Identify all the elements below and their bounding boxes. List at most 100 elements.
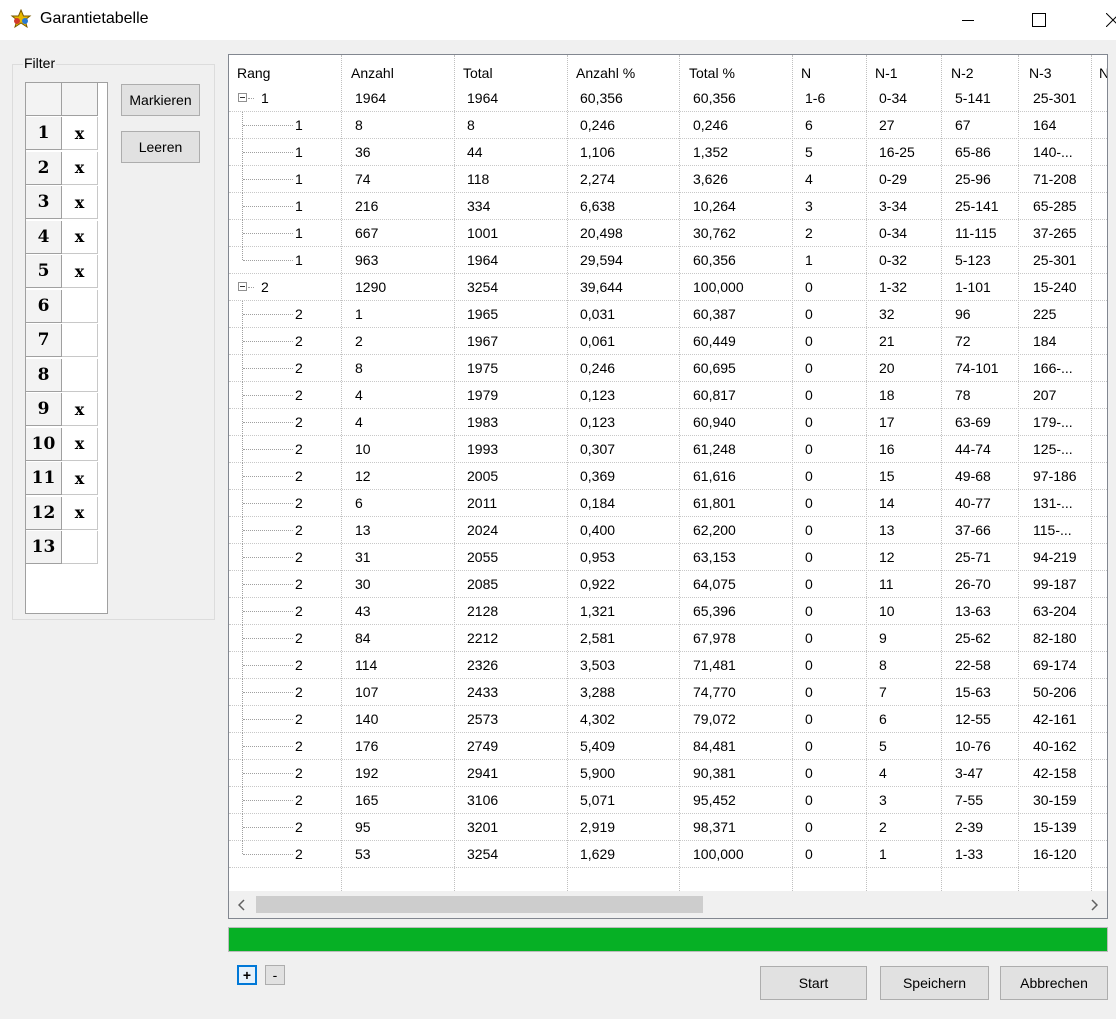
table-cell: 61,248 bbox=[693, 441, 736, 457]
table-row[interactable]: 2 30 2085 0,922 64,075 0 11 26-70 99-187 bbox=[229, 571, 1107, 598]
table-group-row[interactable]: 2 1290 3254 39,644 100,000 0 1-32 1-101 15-240 bbox=[229, 274, 1107, 301]
table-cell: 12 bbox=[355, 468, 371, 484]
markieren-button[interactable]: Markieren bbox=[121, 84, 200, 116]
filter-row[interactable]: 6 bbox=[26, 289, 107, 324]
table-row[interactable]: 2 43 2128 1,321 65,396 0 10 13-63 63-204 bbox=[229, 598, 1107, 625]
table-row[interactable]: 2 84 2212 2,581 67,978 0 9 25-62 82-180 bbox=[229, 625, 1107, 652]
filter-row-mark[interactable] bbox=[62, 358, 98, 392]
table-row[interactable]: 1 8 8 0,246 0,246 6 27 67 164 bbox=[229, 112, 1107, 139]
filter-row[interactable]: 3x bbox=[26, 186, 107, 220]
filter-row[interactable]: 8 bbox=[26, 358, 107, 393]
cancel-button[interactable]: Abbrechen bbox=[1000, 966, 1108, 1000]
table-row[interactable]: 2 95 3201 2,919 98,371 0 2 2-39 15-139 bbox=[229, 814, 1107, 841]
table-row[interactable]: 1 74 118 2,274 3,626 4 0-29 25-96 71-208 bbox=[229, 166, 1107, 193]
start-button[interactable]: Start bbox=[760, 966, 867, 1000]
filter-row-mark[interactable]: x bbox=[62, 462, 98, 495]
column-header[interactable]: N-2 bbox=[951, 65, 974, 81]
table-row[interactable]: 2 4 1983 0,123 60,940 0 17 63-69 179-... bbox=[229, 409, 1107, 436]
save-button[interactable]: Speichern bbox=[880, 966, 989, 1000]
column-header[interactable]: Anzahl bbox=[351, 65, 394, 81]
maximize-button[interactable] bbox=[1016, 0, 1062, 40]
filter-row-mark[interactable] bbox=[62, 324, 98, 357]
table-row[interactable]: 1 36 44 1,106 1,352 5 16-25 65-86 140-... bbox=[229, 139, 1107, 166]
close-button[interactable] bbox=[1090, 0, 1116, 40]
filter-row-mark[interactable]: x bbox=[62, 393, 98, 426]
column-header[interactable]: N-1 bbox=[875, 65, 898, 81]
filter-row-mark[interactable]: x bbox=[62, 255, 98, 288]
tree-connector bbox=[243, 503, 293, 504]
table-row[interactable]: 2 12 2005 0,369 61,616 0 15 49-68 97-186 bbox=[229, 463, 1107, 490]
filter-row[interactable]: 2x bbox=[26, 151, 107, 186]
table-cell: 0,246 bbox=[580, 117, 616, 133]
table-row[interactable]: 1 216 334 6,638 10,264 3 3-34 25-141 65-285 bbox=[229, 193, 1107, 220]
table-cell: 37-265 bbox=[1033, 225, 1077, 241]
table-row[interactable]: 2 4 1979 0,123 60,817 0 18 78 207 bbox=[229, 382, 1107, 409]
table-cell: 95,452 bbox=[693, 792, 736, 808]
table-row[interactable]: 2 2 1967 0,061 60,449 0 21 72 184 bbox=[229, 328, 1107, 355]
leeren-button[interactable]: Leeren bbox=[121, 131, 200, 163]
table-row[interactable]: 2 6 2011 0,184 61,801 0 14 40-77 131-... bbox=[229, 490, 1107, 517]
table-row[interactable]: 2 1 1965 0,031 60,387 0 32 96 225 bbox=[229, 301, 1107, 328]
filter-row[interactable]: 4x bbox=[26, 220, 107, 255]
column-header[interactable]: Rang bbox=[237, 65, 270, 81]
table-row[interactable]: 2 140 2573 4,302 79,072 0 6 12-55 42-161 bbox=[229, 706, 1107, 733]
table-cell: 0,184 bbox=[580, 495, 616, 511]
column-header[interactable]: Anzahl % bbox=[576, 65, 635, 81]
filter-row[interactable]: 10 x bbox=[26, 427, 107, 462]
filter-row-mark[interactable]: x bbox=[62, 220, 98, 254]
table-cell: 1 bbox=[295, 171, 303, 187]
table-row[interactable]: 1 963 1964 29,594 60,356 1 0-32 5-123 25-301 bbox=[229, 247, 1107, 274]
filter-row[interactable]: 13 bbox=[26, 531, 107, 565]
table-row[interactable]: 2 13 2024 0,400 62,200 0 13 37-66 115-... bbox=[229, 517, 1107, 544]
filter-grid[interactable]: 1 x 2 x 3 x 4 x 5 x 6 7 8 9 x 10 x 11 x 12 x 13 bbox=[25, 82, 108, 614]
table-cell: 71,481 bbox=[693, 657, 736, 673]
filter-row[interactable]: 5x bbox=[26, 255, 107, 289]
table-row[interactable]: 2 176 2749 5,409 84,481 0 5 10-76 40-162 bbox=[229, 733, 1107, 760]
scroll-thumb[interactable] bbox=[256, 896, 703, 913]
table-row[interactable]: 2 165 3106 5,071 95,452 0 3 7-55 30-159 bbox=[229, 787, 1107, 814]
column-header[interactable]: Total bbox=[463, 65, 493, 81]
table-cell: 963 bbox=[355, 252, 379, 268]
table-row[interactable]: 2 107 2433 3,288 74,770 0 7 15-63 50-206 bbox=[229, 679, 1107, 706]
column-header[interactable]: N-3 bbox=[1029, 65, 1052, 81]
scroll-left-button[interactable] bbox=[229, 891, 255, 918]
filter-row-mark[interactable]: x bbox=[62, 151, 98, 185]
table-row[interactable]: 2 53 3254 1,629 100,000 0 1 1-33 16-120 bbox=[229, 841, 1107, 868]
scroll-right-button[interactable] bbox=[1081, 891, 1107, 918]
table-cell: 2 bbox=[295, 846, 303, 862]
guarantee-table[interactable]: Rang Anzahl Total Anzahl % Total % N N-1 N-2 N-3… bbox=[228, 54, 1108, 919]
table-row[interactable]: 2 31 2055 0,953 63,153 0 12 25-71 94-219 bbox=[229, 544, 1107, 571]
table-row[interactable]: 2 192 2941 5,900 90,381 0 4 3-47 42-158 bbox=[229, 760, 1107, 787]
filter-row-mark[interactable]: x bbox=[62, 186, 98, 219]
table-cell: 15 bbox=[879, 468, 895, 484]
table-cell: 1-32 bbox=[879, 279, 908, 295]
table-cell: 0,123 bbox=[580, 387, 616, 403]
progress-bar bbox=[228, 927, 1108, 952]
horizontal-scrollbar[interactable] bbox=[229, 891, 1107, 918]
column-header[interactable]: N bbox=[1099, 65, 1107, 81]
column-header[interactable]: Total % bbox=[689, 65, 735, 81]
filter-row-mark[interactable]: x bbox=[62, 427, 98, 461]
filter-row[interactable]: 12 x bbox=[26, 496, 107, 531]
table-row[interactable]: 2 8 1975 0,246 60,695 0 20 74-101 166-... bbox=[229, 355, 1107, 382]
filter-row[interactable]: 9x bbox=[26, 393, 107, 427]
progress-fill bbox=[229, 928, 1107, 951]
column-header[interactable]: N bbox=[801, 65, 811, 81]
filter-row[interactable]: 11 x bbox=[26, 462, 107, 496]
filter-row[interactable]: 7 bbox=[26, 324, 107, 358]
filter-row[interactable]: 1x bbox=[26, 117, 107, 151]
collapse-toggle-icon[interactable] bbox=[238, 282, 247, 291]
filter-row-mark[interactable]: x bbox=[62, 496, 98, 530]
table-row[interactable]: 2 114 2326 3,503 71,481 0 8 22-58 69-174 bbox=[229, 652, 1107, 679]
collapse-toggle-icon[interactable] bbox=[238, 93, 247, 102]
filter-row-mark[interactable] bbox=[62, 531, 98, 564]
table-group-row[interactable]: 1 1964 1964 60,356 60,356 1-6 0-34 5-141 25-301 bbox=[229, 85, 1107, 112]
expand-all-button[interactable]: + bbox=[237, 965, 257, 985]
table-cell: 3201 bbox=[467, 819, 499, 835]
filter-row-mark[interactable] bbox=[62, 289, 98, 323]
table-row[interactable]: 2 10 1993 0,307 61,248 0 16 44-74 125-... bbox=[229, 436, 1107, 463]
filter-row-mark[interactable]: x bbox=[62, 117, 98, 150]
table-row[interactable]: 1 667 1001 20,498 30,762 2 0-34 11-115 37-265 bbox=[229, 220, 1107, 247]
collapse-all-button[interactable]: - bbox=[265, 965, 285, 985]
minimize-button[interactable] bbox=[945, 0, 991, 40]
